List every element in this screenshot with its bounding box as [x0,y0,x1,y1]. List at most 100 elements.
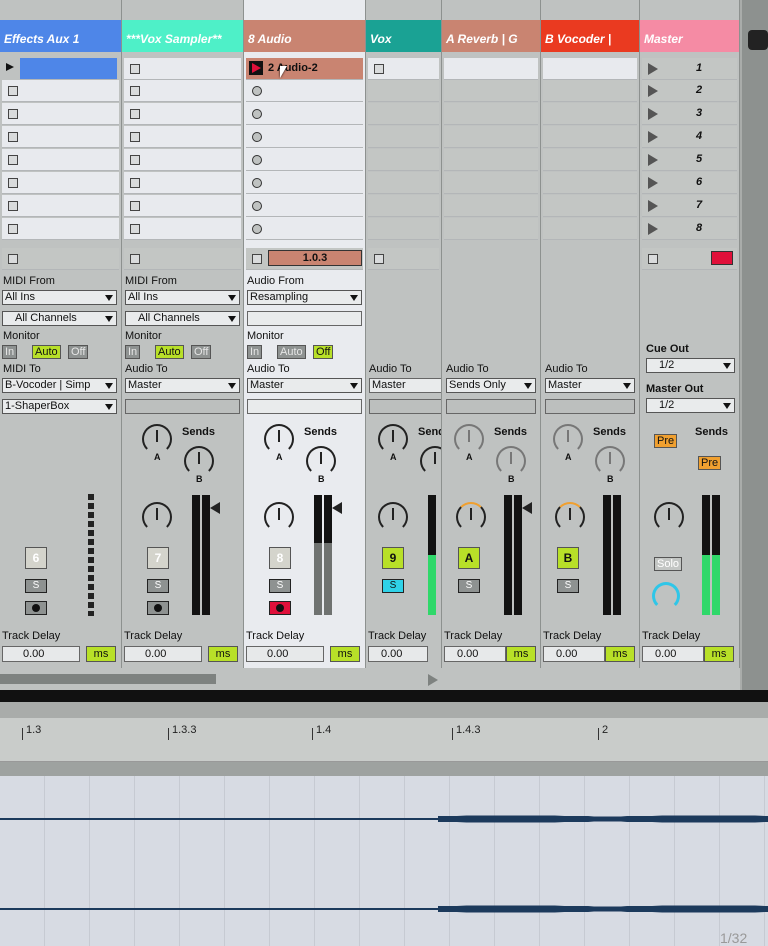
monitor-in-button[interactable]: In [247,345,263,359]
scene-launch-6[interactable]: 6 [642,172,737,194]
track-activator[interactable]: B [557,547,579,569]
arm-button[interactable] [147,601,169,615]
cue-out-dropdown[interactable]: 1/2 [646,358,735,373]
track-delay-input[interactable]: 0.00 [124,646,202,662]
clip-slot[interactable] [2,103,119,125]
track-delay-input[interactable]: 0.00 [543,646,605,662]
clip-slot[interactable] [444,218,538,240]
clip-slot[interactable] [444,172,538,194]
clip-slot[interactable] [444,149,538,171]
track-delay-unit-button[interactable]: ms [506,646,536,662]
solo-button[interactable]: S [269,579,291,593]
input-channel-field[interactable] [247,311,362,326]
clip-slot[interactable] [368,218,439,240]
send-a-knob[interactable] [553,424,583,454]
send-a-knob[interactable] [454,424,484,454]
track-header-8-audio[interactable]: 8 Audio [244,20,365,52]
volume-fader-icon[interactable] [210,502,220,514]
track-header-vox[interactable]: Vox [366,20,441,52]
audio-to-sub-field[interactable] [247,399,362,414]
clip-slot[interactable] [124,218,241,240]
monitor-off-button[interactable]: Off [191,345,212,359]
scene-launch-5[interactable]: 5 [642,149,737,171]
solo-button[interactable]: S [25,579,47,593]
clip-slot[interactable] [20,58,117,80]
track-activator[interactable]: 7 [147,547,169,569]
clip-slot[interactable] [543,103,637,125]
audio-to-dropdown[interactable]: Sends Only [446,378,536,393]
scene-launch-8[interactable]: 8 [642,218,737,240]
monitor-in-button[interactable]: In [125,345,141,359]
solo-button[interactable]: S [458,579,480,593]
pan-knob[interactable] [456,502,486,532]
clip-slot[interactable] [124,80,241,102]
clip-slot[interactable] [2,149,119,171]
volume-fader-icon[interactable] [522,502,532,514]
clip-slot[interactable] [543,58,637,80]
clip-slot[interactable] [246,149,363,171]
clip-slot[interactable] [368,126,439,148]
audio-to-sub-field[interactable] [125,399,240,414]
monitor-in-button[interactable]: In [2,345,18,359]
track-header-master[interactable]: Master [640,20,739,52]
clip-slot[interactable] [2,80,119,102]
clip-slot[interactable] [543,126,637,148]
audio-clip-lane[interactable] [0,776,768,946]
clip-slot[interactable] [368,149,439,171]
track-delay-unit-button[interactable]: ms [704,646,734,662]
audio-to-sub-field[interactable] [369,399,441,414]
clip-slot[interactable] [124,103,241,125]
volume-fader-icon[interactable] [332,502,342,514]
midi-channel-dropdown[interactable]: All Channels [2,311,117,326]
midi-channel-dropdown[interactable]: All Channels [125,311,240,326]
pan-knob[interactable] [264,502,294,532]
track-header-effects-aux[interactable]: Effects Aux 1 [0,20,121,52]
send-b-knob[interactable] [306,446,336,476]
track-delay-input[interactable]: 0.00 [444,646,506,662]
scroll-right-icon[interactable] [428,674,438,686]
clip-slot[interactable] [246,80,363,102]
audio-to-dropdown[interactable]: Master [369,378,441,393]
track-stop-row[interactable] [368,248,439,270]
cue-volume-knob[interactable] [652,582,680,610]
track-delay-unit-button[interactable]: ms [208,646,238,662]
solo-cue-button[interactable]: Solo [654,557,683,571]
track-delay-unit-button[interactable]: ms [330,646,360,662]
audio-to-sub-field[interactable] [545,399,635,414]
clip-slot[interactable] [368,195,439,217]
clip-slot[interactable] [2,126,119,148]
scene-launch-7[interactable]: 7 [642,195,737,217]
clip-slot[interactable] [368,80,439,102]
clip-slot[interactable] [124,126,241,148]
clip-slot[interactable] [368,58,439,80]
clip-slot[interactable] [444,80,538,102]
send-a-knob[interactable] [378,424,408,454]
midi-from-dropdown[interactable]: All Ins [2,290,117,305]
scene-launch-1[interactable]: 1 [642,58,737,80]
track-activator[interactable]: 8 [269,547,291,569]
monitor-auto-button[interactable]: Auto [155,345,184,359]
track-delay-unit-button[interactable]: ms [605,646,635,662]
audio-from-dropdown[interactable]: Resampling [247,290,362,305]
track-activator[interactable]: A [458,547,480,569]
clip-slot[interactable] [368,172,439,194]
arm-button[interactable] [25,601,47,615]
track-delay-input[interactable]: 0.00 [368,646,428,662]
clip-slot[interactable] [444,103,538,125]
send-a-knob[interactable] [264,424,294,454]
arm-button[interactable] [269,601,291,615]
track-stop-row[interactable] [2,248,119,270]
solo-button[interactable]: S [147,579,169,593]
clip-slot[interactable] [124,149,241,171]
clip-slot[interactable] [246,218,363,240]
horizontal-scrollbar[interactable] [0,674,216,684]
clip-slot[interactable] [444,195,538,217]
send-b-knob[interactable] [184,446,214,476]
audio-to-dropdown[interactable]: Master [247,378,362,393]
track-delay-input[interactable]: 0.00 [2,646,80,662]
clip-slot[interactable] [444,58,538,80]
send-b-knob[interactable] [420,446,441,476]
pre-post-toggle-a[interactable]: Pre [654,434,678,448]
midi-to-dropdown[interactable]: B-Vocoder | Simp [2,378,117,393]
pan-knob[interactable] [378,502,408,532]
